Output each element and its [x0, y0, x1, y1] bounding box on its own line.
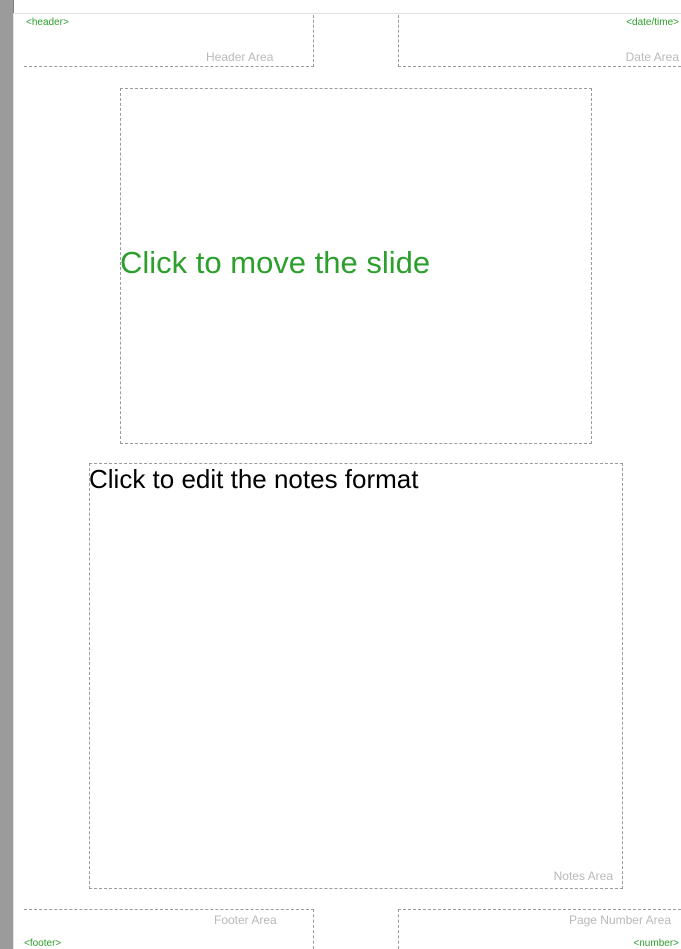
notes-placeholder-text[interactable]: Click to edit the notes format	[89, 464, 418, 495]
header-area-label: Header Area	[206, 50, 274, 64]
header-field[interactable]: <header>	[26, 17, 69, 28]
notes-area-label: Notes Area	[553, 869, 613, 883]
page-number-field[interactable]: <number>	[633, 938, 679, 949]
canvas-gutter	[0, 0, 14, 949]
date-field[interactable]: <date/time>	[626, 17, 679, 28]
page-number-area-label: Page Number Area	[568, 913, 671, 927]
notes-area[interactable]	[89, 463, 623, 889]
footer-area-label: Footer Area	[214, 913, 277, 927]
slide-placeholder-text[interactable]: Click to move the slide	[120, 245, 430, 281]
date-area-label: Date Area	[625, 50, 679, 64]
footer-field[interactable]: <footer>	[24, 938, 61, 949]
